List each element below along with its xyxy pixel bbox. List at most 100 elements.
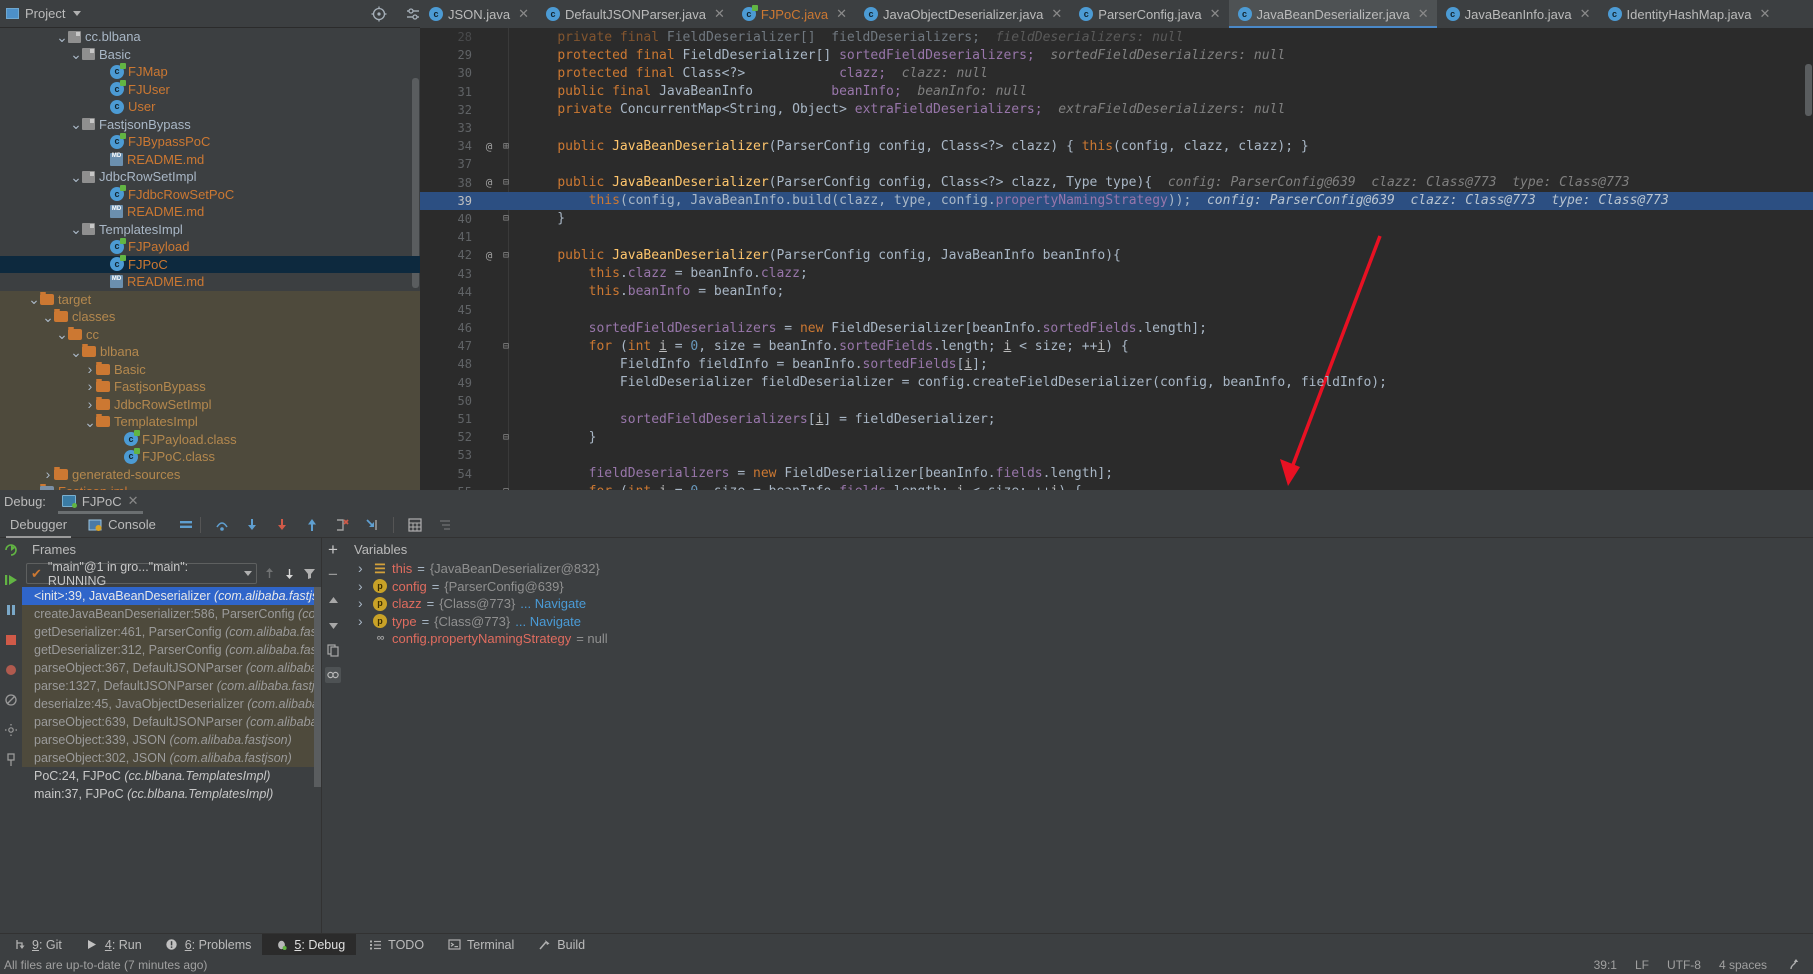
tree-item[interactable]: c FJBypassPoC	[0, 132, 420, 151]
frame-row[interactable]: getDeserializer:461, ParserConfig (com.a…	[22, 623, 321, 641]
code-line[interactable]: 49 FieldDeserializer fieldDeserializer =…	[420, 374, 1813, 392]
close-icon[interactable]: ✕	[518, 6, 529, 22]
code-line[interactable]: 32 private ConcurrentMap<String, Object>…	[420, 101, 1813, 119]
fold-marker-icon[interactable]: ⊟	[498, 213, 514, 224]
project-view-button[interactable]: Project	[0, 0, 89, 28]
variable-row[interactable]: › p type = {Class@773}... Navigate	[344, 613, 1813, 631]
tree-item[interactable]: ⌄ cc	[0, 325, 420, 343]
editor-tab[interactable]: c JSON.java ✕	[420, 0, 537, 28]
variable-row[interactable]: › ☰ this = {JavaBeanDeserializer@832}	[344, 560, 1813, 578]
tree-item[interactable]: ⌄ target	[0, 290, 420, 308]
fold-marker-icon[interactable]: ⊟	[498, 341, 514, 352]
tree-item[interactable]: MD README.md	[0, 273, 420, 291]
code-line[interactable]: 47 ⊟ for (int i = 0, size = beanInfo.sort…	[420, 337, 1813, 355]
drop-frame-icon[interactable]	[334, 517, 350, 533]
settings-list-icon[interactable]	[437, 517, 453, 533]
frame-row[interactable]: <init>:39, JavaBeanDeserializer (com.ali…	[22, 587, 321, 605]
override-marker-icon[interactable]: @	[480, 249, 498, 262]
fold-marker-icon[interactable]: ⊟	[498, 432, 514, 443]
remove-watch-icon[interactable]: −	[325, 565, 341, 584]
chevron-down-icon[interactable]: ⌄	[70, 117, 82, 131]
caret-position[interactable]: 39:1	[1594, 958, 1617, 972]
code-line[interactable]: 48 FieldInfo fieldInfo = beanInfo.sorted…	[420, 355, 1813, 373]
frame-row[interactable]: parse:1327, DefaultJSONParser (com.aliba…	[22, 677, 321, 695]
tree-item[interactable]: c FJPayload	[0, 237, 420, 256]
frames-list[interactable]: <init>:39, JavaBeanDeserializer (com.ali…	[22, 587, 321, 933]
variable-row[interactable]: › p config = {ParserConfig@639}	[344, 578, 1813, 596]
chevron-down-icon[interactable]: ⌄	[28, 292, 40, 306]
code-editor[interactable]: 28 private final FieldDeserializer[] fie…	[420, 28, 1813, 490]
fold-marker-icon[interactable]: ⊟	[498, 177, 514, 188]
pin-icon[interactable]	[3, 752, 19, 768]
chevron-right-icon[interactable]: ›	[42, 466, 54, 484]
project-tree-panel[interactable]: ⌄ cc.blbana ⌄ Basic c FJMap c FJUser c User ⌄ Fastj…	[0, 28, 420, 490]
close-icon[interactable]: ✕	[836, 6, 847, 22]
frame-row[interactable]: parseObject:339, JSON (com.alibaba.fastj…	[22, 731, 321, 749]
chevron-right-icon[interactable]: ›	[84, 396, 96, 414]
tree-item[interactable]: c FJUser	[0, 80, 420, 99]
chevron-right-icon[interactable]: ›	[84, 378, 96, 396]
chevron-right-icon[interactable]: ›	[84, 361, 96, 379]
code-line[interactable]: 45	[420, 301, 1813, 319]
close-icon[interactable]: ✕	[1051, 6, 1062, 22]
chevron-down-icon[interactable]: ⌄	[84, 415, 96, 429]
tree-item[interactable]: c User	[0, 98, 420, 116]
move-up-icon[interactable]	[325, 592, 341, 608]
rerun-icon[interactable]	[3, 542, 19, 558]
fold-marker-icon[interactable]: ⊟	[498, 250, 514, 261]
move-down-icon[interactable]	[325, 617, 341, 633]
tree-item[interactable]: ⌄ Basic	[0, 46, 420, 64]
override-marker-icon[interactable]: @	[480, 140, 498, 153]
tree-item[interactable]: › FastjsonBypass	[0, 378, 420, 396]
tree-item[interactable]: c FJPoC	[0, 255, 420, 273]
statusbar-item-debug[interactable]: 5: Debug	[262, 933, 357, 956]
chevron-down-icon[interactable]: ⌄	[70, 47, 82, 61]
branch-icon[interactable]	[1785, 957, 1801, 973]
code-line[interactable]: 29 protected final FieldDeserializer[] s…	[420, 46, 1813, 64]
statusbar-item-terminal[interactable]: Terminal	[435, 934, 525, 956]
tree-item[interactable]: › generated-sources	[0, 465, 420, 484]
step-out-icon[interactable]	[304, 517, 320, 533]
override-marker-icon[interactable]: @	[480, 176, 498, 189]
editor-tab[interactable]: c IdentityHashMap.java ✕	[1599, 0, 1779, 28]
tree-item[interactable]: ⌄ classes	[0, 308, 420, 326]
mute-breakpoints-icon[interactable]	[3, 692, 19, 708]
chevron-right-icon[interactable]: ›	[358, 613, 368, 631]
code-line[interactable]: 50	[420, 392, 1813, 410]
frame-row[interactable]: createJavaBeanDeserializer:586, ParserCo…	[22, 605, 321, 623]
chevron-down-icon[interactable]: ⌄	[56, 327, 68, 341]
evaluate-expression-icon[interactable]	[407, 517, 423, 533]
code-line[interactable]: 37	[420, 155, 1813, 173]
close-icon[interactable]: ✕	[1210, 6, 1221, 22]
code-line[interactable]: 31 public final JavaBeanInfo beanInfo; b…	[420, 83, 1813, 101]
statusbar-item-build[interactable]: Build	[525, 934, 596, 956]
editor-tab-active[interactable]: c JavaBeanDeserializer.java ✕	[1228, 0, 1437, 28]
step-into-icon[interactable]	[244, 517, 260, 533]
statusbar-item-run[interactable]: 4: Run	[73, 934, 153, 956]
variables-list[interactable]: › ☰ this = {JavaBeanDeserializer@832} › p confi…	[344, 560, 1813, 648]
stop-icon[interactable]	[3, 632, 19, 648]
variable-row[interactable]: ∞ config.propertyNamingStrategy = null	[344, 630, 1813, 648]
chevron-down-icon[interactable]: ⌄	[70, 222, 82, 236]
code-line[interactable]: 33	[420, 119, 1813, 137]
code-line[interactable]: 42 @ ⊟ public JavaBeanDeserializer(ParserC…	[420, 246, 1813, 264]
tree-item[interactable]: › Basic	[0, 360, 420, 379]
layout-settings-icon[interactable]	[178, 517, 194, 533]
close-icon[interactable]: ✕	[1580, 6, 1591, 22]
copy-icon[interactable]	[325, 642, 341, 658]
tree-item[interactable]: MD README.md	[0, 151, 420, 169]
tree-item[interactable]: c FJPoC.class	[0, 447, 420, 466]
code-line[interactable]: 43 this.clazz = beanInfo.clazz;	[420, 264, 1813, 282]
settings-icon[interactable]	[3, 722, 19, 738]
filter-icon[interactable]	[301, 566, 317, 582]
code-line[interactable]: 30 protected final Class<?> clazz; clazz…	[420, 64, 1813, 82]
tree-item[interactable]: ⌄ blbana	[0, 343, 420, 361]
tree-item[interactable]: ⌄ TemplatesImpl	[0, 413, 420, 431]
editor-tab[interactable]: c JavaBeanInfo.java ✕	[1437, 0, 1599, 28]
navigate-link[interactable]: ... Navigate	[515, 613, 581, 631]
frame-row[interactable]: main:37, FJPoC (cc.blbana.TemplatesImpl)	[22, 785, 321, 803]
target-icon[interactable]	[370, 5, 388, 23]
frame-row[interactable]: PoC:24, FJPoC (cc.blbana.TemplatesImpl)	[22, 767, 321, 785]
tree-item[interactable]: › JdbcRowSetImpl	[0, 395, 420, 414]
tree-item[interactable]: c FJdbcRowSetPoC	[0, 185, 420, 204]
